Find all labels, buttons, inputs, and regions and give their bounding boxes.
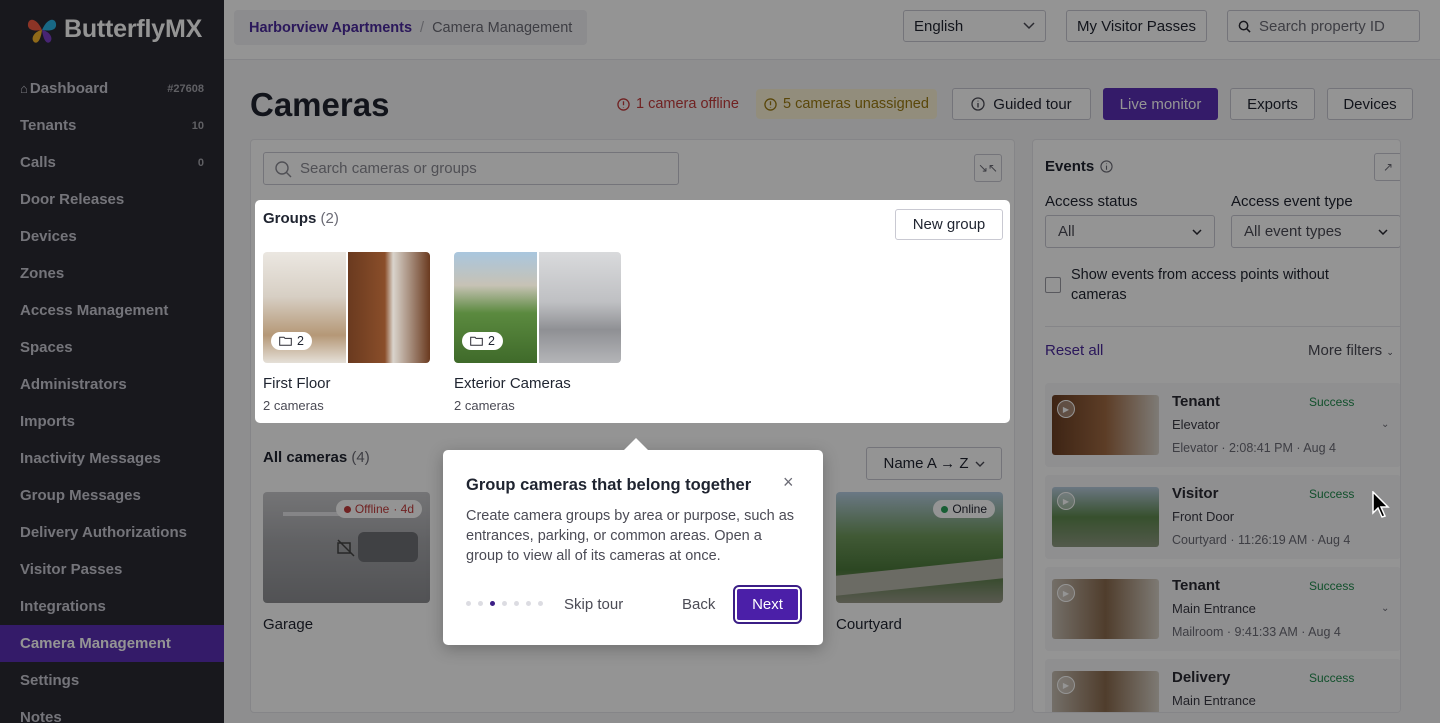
progress-dot [514, 601, 519, 606]
groups-section: Groups (2) New group 2 First Floor 2 cam… [255, 200, 1010, 423]
folder-icon [470, 336, 483, 346]
progress-dot [526, 601, 531, 606]
group-name: Exterior Cameras [454, 375, 571, 392]
tooltip-arrow [623, 438, 649, 451]
mouse-cursor-icon [1372, 491, 1390, 518]
progress-dot [466, 601, 471, 606]
progress-dot [538, 601, 543, 606]
groups-count: (2) [320, 210, 339, 227]
next-button[interactable]: Next [733, 585, 802, 624]
group-thumbnails: 2 [263, 252, 430, 363]
new-group-button[interactable]: New group [895, 209, 1003, 240]
close-icon[interactable]: × [783, 472, 794, 493]
progress-dot [502, 601, 507, 606]
groups-label: Groups [263, 210, 317, 227]
group-camera-count-badge: 2 [271, 332, 312, 350]
back-button[interactable]: Back [682, 596, 715, 613]
folder-icon [279, 336, 292, 346]
progress-dot [490, 601, 495, 606]
group-camera-count: 2 cameras [263, 398, 324, 413]
group-thumbnails: 2 [454, 252, 621, 363]
group-name: First Floor [263, 375, 331, 392]
groups-title: Groups (2) [263, 210, 339, 227]
group-camera-count: 2 cameras [454, 398, 515, 413]
skip-tour-button[interactable]: Skip tour [564, 596, 623, 613]
group-badge-count: 2 [297, 334, 304, 348]
group-camera-count-badge: 2 [462, 332, 503, 350]
group-thumbnail [347, 252, 430, 363]
group-thumbnail [538, 252, 621, 363]
tour-title: Group cameras that belong together [466, 476, 752, 494]
tour-body: Create camera groups by area or purpose,… [466, 508, 795, 564]
tour-progress-dots [466, 601, 543, 606]
group-card-first-floor[interactable]: 2 First Floor 2 cameras [263, 252, 430, 413]
tour-tooltip: Group cameras that belong together × Cre… [443, 438, 823, 645]
progress-dot [478, 601, 483, 606]
group-badge-count: 2 [488, 334, 495, 348]
group-card-exterior-cameras[interactable]: 2 Exterior Cameras 2 cameras [454, 252, 621, 413]
